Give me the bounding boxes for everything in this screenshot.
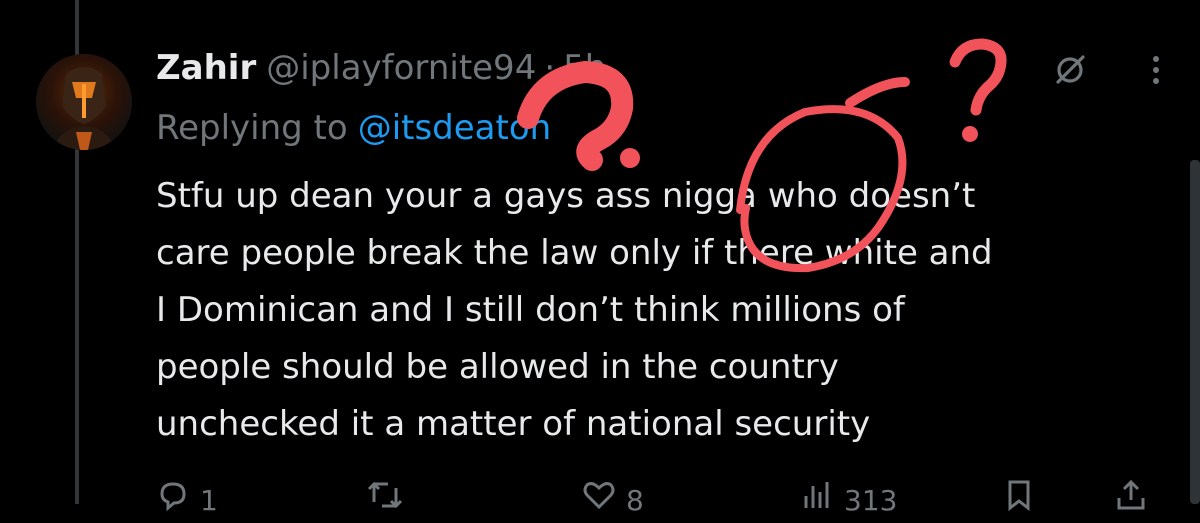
tweet-text-line: Stfu up dean your a gays ass nigga who d…	[156, 176, 976, 216]
tweet-text-line: care people break the law only if there …	[156, 233, 993, 273]
replying-to-mention[interactable]: @itsdeaton	[358, 108, 552, 148]
replying-to-label: Replying to	[156, 108, 348, 148]
author-handle[interactable]: @iplayfornite94	[266, 44, 536, 92]
avatar[interactable]	[36, 54, 132, 150]
replying-to: Replying to @itsdeaton	[156, 104, 551, 152]
tweet-text-line: people should be allowed in the country	[156, 347, 839, 387]
bookmark-button[interactable]	[1002, 478, 1036, 523]
reply-count: 1	[200, 483, 218, 517]
tweet-text-line: I Dominican and I still don’t think mill…	[156, 290, 905, 330]
like-button[interactable]: 8	[582, 478, 644, 523]
views-count: 313	[844, 483, 898, 517]
author-name[interactable]: Zahir	[156, 44, 256, 92]
scrollbar[interactable]	[1190, 160, 1200, 504]
share-icon	[1114, 478, 1148, 523]
retweet-button[interactable]	[366, 478, 414, 523]
reply-icon	[156, 478, 190, 523]
tweet-header: Zahir @iplayfornite94 · 5h	[156, 44, 606, 92]
tweet-text: Stfu up dean your a gays ass nigga who d…	[156, 168, 1166, 453]
tweet-text-line: unchecked it a matter of national securi…	[156, 404, 871, 444]
views-icon	[800, 478, 834, 523]
like-icon	[582, 478, 616, 523]
like-count: 8	[626, 483, 644, 517]
action-bar: 1 8 313	[156, 478, 1156, 518]
views-button[interactable]: 313	[800, 478, 897, 523]
timestamp[interactable]: 5h	[563, 44, 606, 92]
separator-dot: ·	[544, 48, 556, 88]
more-icon[interactable]	[1138, 52, 1174, 88]
share-button[interactable]	[1114, 478, 1148, 523]
retweet-icon	[366, 478, 404, 523]
grok-icon[interactable]	[1052, 52, 1088, 88]
reply-button[interactable]: 1	[156, 478, 218, 523]
bookmark-icon	[1002, 478, 1036, 523]
